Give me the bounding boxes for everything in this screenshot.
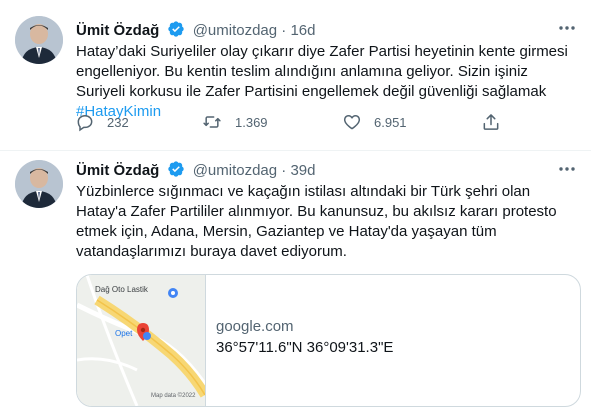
avatar[interactable] (15, 16, 63, 64)
separator-dot: · (281, 162, 287, 179)
map-image (77, 275, 210, 406)
reply-count: 232 (107, 114, 129, 130)
share-icon (483, 114, 499, 130)
location-card[interactable]: Dağ Oto Lastik Opet Map data ©2022 googl… (76, 274, 581, 407)
author-name[interactable]: Ümit Özdağ (76, 22, 159, 39)
verified-badge-icon (167, 20, 185, 44)
card-coordinates: 36°57'11.6"N 36°09'31.3"E (216, 339, 394, 356)
card-text: google.com 36°57'11.6"N 36°09'31.3"E (216, 317, 393, 358)
map-attribution: Map data ©2022 (151, 393, 196, 399)
retweet-button[interactable]: 1.369 (201, 112, 268, 132)
map-place-label: Dağ Oto Lastik (95, 285, 148, 294)
tweet-actions: 232 1.369 6.951 (72, 112, 512, 132)
more-dots-icon[interactable] (557, 18, 577, 38)
tweet-text: Hatay’daki Suriyeliler olay çıkarır diye… (76, 42, 581, 122)
author-name[interactable]: Ümit Özdağ (76, 162, 159, 179)
tweet-text-body: Hatay’daki Suriyeliler olay çıkarır diye… (76, 43, 568, 100)
separator-dot: · (281, 22, 287, 39)
tweet-header: Ümit Özdağ @umitozdag · 16d (76, 20, 316, 40)
tweet-header: Ümit Özdağ @umitozdag · 39d (76, 160, 316, 180)
like-count: 6.951 (374, 114, 407, 130)
author-handle[interactable]: @umitozdag (193, 162, 277, 179)
tweet-1[interactable]: Ümit Özdağ @umitozdag · 16d Hatay’daki S… (0, 0, 591, 151)
map-thumbnail[interactable]: Dağ Oto Lastik Opet Map data ©2022 (77, 275, 210, 406)
like-button[interactable]: 6.951 (342, 112, 407, 132)
reply-button[interactable]: 232 (75, 112, 129, 132)
tweet-time[interactable]: 16d (290, 22, 315, 39)
retweet-count: 1.369 (235, 114, 268, 130)
tweet-2[interactable]: Ümit Özdağ @umitozdag · 39d Yüzbinlerce … (0, 151, 591, 412)
card-domain: google.com (216, 318, 294, 335)
reply-icon (77, 114, 93, 132)
share-button[interactable] (481, 112, 513, 132)
avatar-photo (15, 160, 63, 208)
heart-icon (343, 115, 361, 130)
avatar-photo (15, 16, 63, 64)
verified-badge-icon (167, 160, 185, 184)
more-dots-icon[interactable] (557, 159, 577, 179)
tweet-time[interactable]: 39d (290, 162, 315, 179)
tweet-text: Yüzbinlerce sığınmacı ve kaçağın istilas… (76, 183, 557, 260)
avatar[interactable] (15, 160, 63, 208)
retweet-icon (203, 116, 221, 128)
map-station-label: Opet (115, 329, 133, 338)
author-handle[interactable]: @umitozdag (193, 22, 277, 39)
